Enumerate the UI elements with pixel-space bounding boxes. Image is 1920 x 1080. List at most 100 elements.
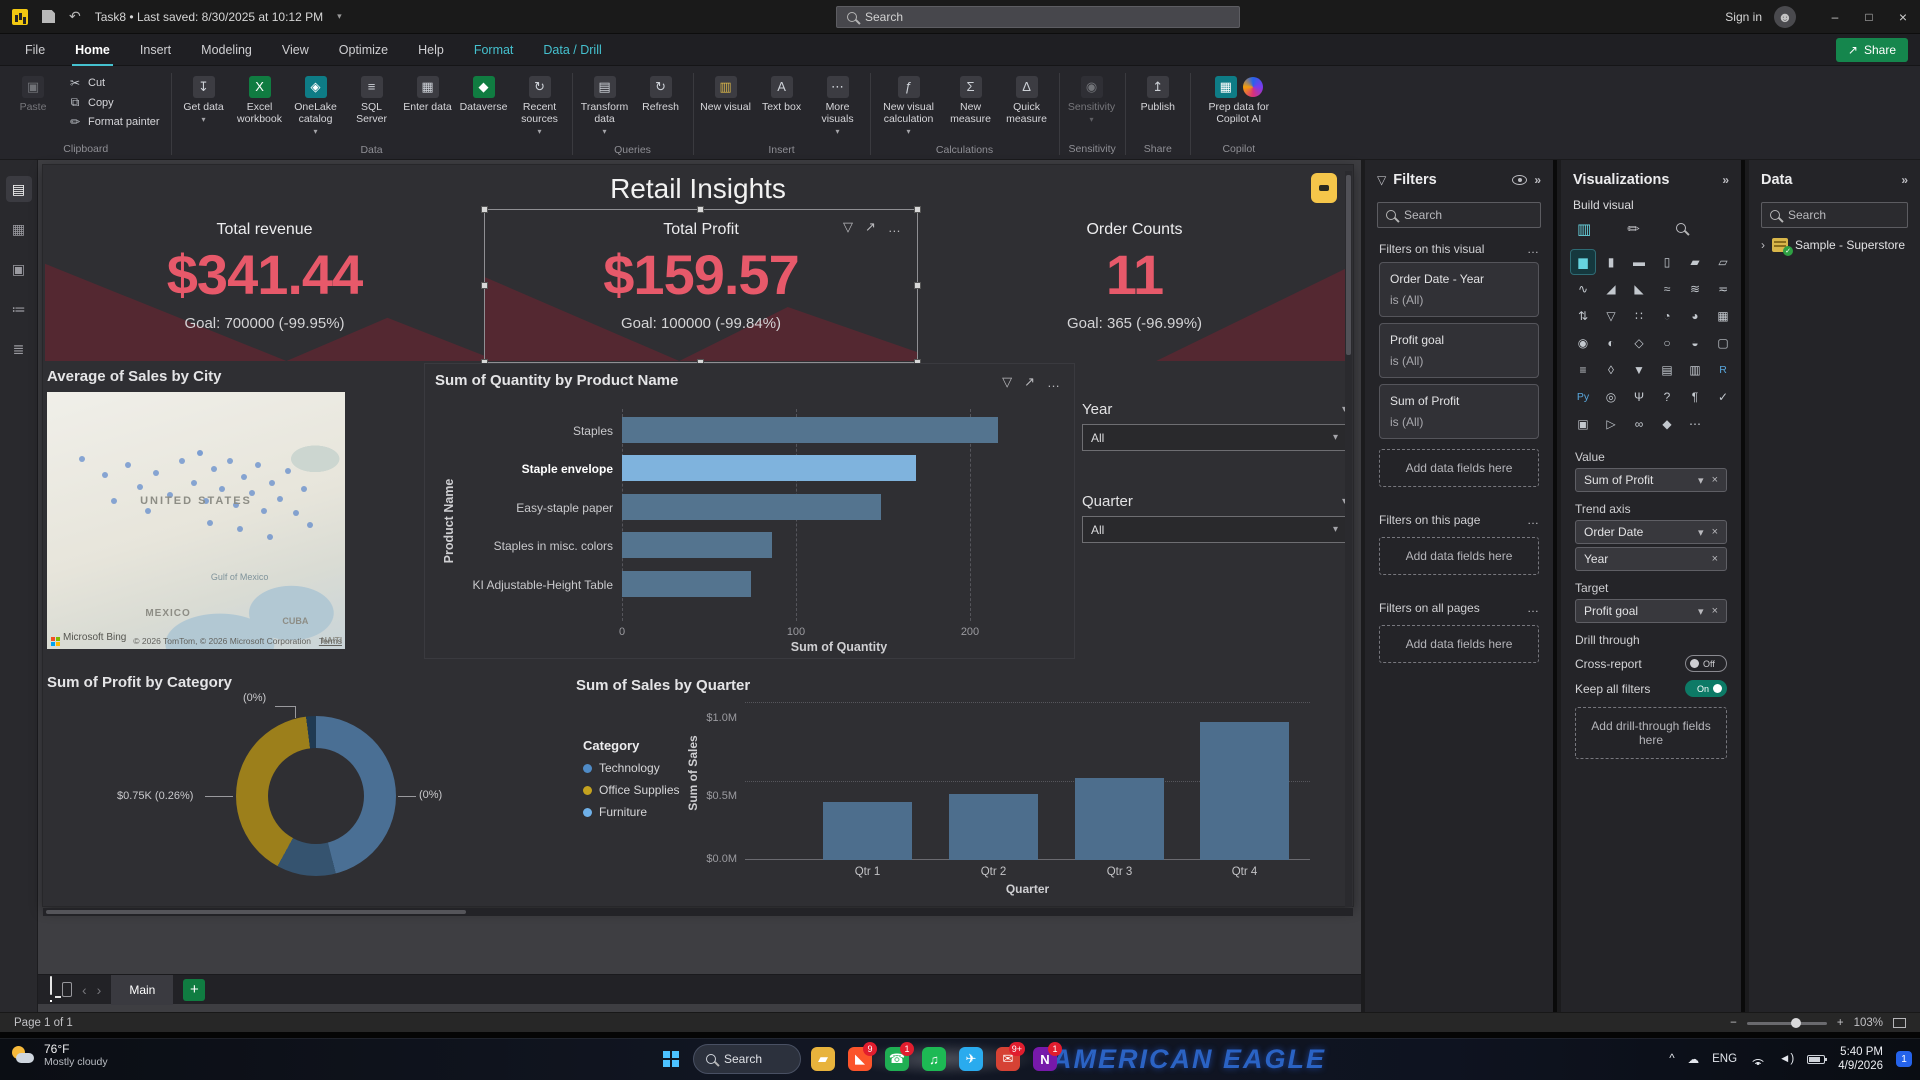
onelake-catalog-button[interactable]: ◈OneLake catalog▾ <box>289 71 343 141</box>
clock[interactable]: 5:40 PM4/9/2026 <box>1838 1045 1883 1074</box>
filled-map-icon[interactable]: ◐ <box>1599 331 1623 355</box>
desktop-layout-icon[interactable] <box>50 977 52 1002</box>
chevron-down-icon[interactable]: ▾ <box>1698 605 1704 618</box>
kpi-total-revenue[interactable]: Total revenue $341.44 Goal: 700000 (-99.… <box>45 211 484 361</box>
tab-data-drill[interactable]: Data / Drill <box>528 34 616 66</box>
stacked-bar-chart-icon[interactable]: ▆ <box>1571 250 1595 274</box>
zoom-level[interactable]: 103% <box>1854 1017 1883 1029</box>
narrative-icon[interactable]: ¶ <box>1683 385 1707 409</box>
language-indicator[interactable]: ENG <box>1712 1053 1737 1065</box>
build-visual-icon[interactable]: ▥ <box>1577 220 1591 238</box>
undo-icon[interactable]: ↶ <box>69 8 81 25</box>
format-visual-icon[interactable]: ✏ <box>1627 220 1640 238</box>
map-terms-link[interactable]: Terms <box>319 636 342 646</box>
quarter-slicer-dropdown[interactable]: All▾ <box>1082 516 1347 543</box>
filter-icon[interactable]: ▽ <box>1002 374 1012 390</box>
line-and-clustered-column-chart-icon[interactable]: ≋ <box>1683 277 1707 301</box>
target-field-pill[interactable]: Profit goal▾× <box>1575 599 1727 623</box>
get-data-button[interactable]: ↧Get data▾ <box>177 71 231 129</box>
decomposition-tree-icon[interactable]: Ψ <box>1627 385 1651 409</box>
power-automate-icon[interactable]: ∞ <box>1627 412 1651 436</box>
tab-modeling[interactable]: Modeling <box>186 34 267 66</box>
line-chart-icon[interactable]: ∿ <box>1571 277 1595 301</box>
quantity-bar-chart-visual[interactable]: Sum of Quantity by Product Name ▽ ↗ … Pr… <box>425 364 1074 658</box>
add-data-fields-dropzone[interactable]: Add data fields here <box>1379 537 1539 575</box>
more-visuals-icon[interactable]: ⋯ <box>1683 412 1707 436</box>
recent-sources-button[interactable]: ↻Recent sources▾ <box>513 71 567 141</box>
shape-map-icon[interactable]: ◇ <box>1627 331 1651 355</box>
weather-widget[interactable]: 76°FMostly cloudy <box>10 1042 108 1068</box>
funnel-chart-icon[interactable]: ▽ <box>1599 304 1623 328</box>
table-icon[interactable]: ▤ <box>1655 358 1679 382</box>
text-box-button[interactable]: AText box <box>755 71 809 118</box>
quick-measure-button[interactable]: ΔQuick measure <box>1000 71 1054 130</box>
enter-data-button[interactable]: ▦Enter data <box>401 71 455 118</box>
share-button[interactable]: ↗Share <box>1836 38 1908 62</box>
gauge-icon[interactable]: ◒ <box>1683 331 1707 355</box>
ribbon-chart-icon[interactable]: ≂ <box>1711 277 1735 301</box>
page-tab-main[interactable]: Main <box>111 975 173 1005</box>
donut-chart-icon[interactable]: ◕ <box>1683 304 1707 328</box>
add-data-fields-dropzone[interactable]: Add data fields here <box>1379 449 1539 487</box>
area-chart-icon[interactable]: ◢ <box>1599 277 1623 301</box>
model-view-icon[interactable]: ▣ <box>6 256 32 282</box>
kpi-icon[interactable]: ◊ <box>1599 358 1623 382</box>
filter-card-profit-goal[interactable]: Profit goal is (All) <box>1379 323 1539 378</box>
sql-server-button[interactable]: ≡SQL Server <box>345 71 399 130</box>
filters-search-input[interactable]: Search <box>1377 202 1541 228</box>
more-visuals-button[interactable]: ⋯More visuals▾ <box>811 71 865 141</box>
more-options-icon[interactable]: … <box>888 220 901 235</box>
more-options-icon[interactable]: … <box>1527 513 1539 527</box>
chevron-right-icon[interactable]: › <box>1761 238 1765 252</box>
azure-map-icon[interactable]: ○ <box>1655 331 1679 355</box>
format-painter-button[interactable]: ✏Format painter <box>64 114 164 130</box>
tab-file[interactable]: File <box>10 34 60 66</box>
spotify-icon[interactable]: ♫ <box>919 1044 949 1074</box>
mail-icon[interactable]: ✉9+ <box>993 1044 1023 1074</box>
stacked-column-chart-icon[interactable]: ▮ <box>1599 250 1623 274</box>
card-icon[interactable]: ▢ <box>1711 331 1735 355</box>
waterfall-chart-icon[interactable]: ⇅ <box>1571 304 1595 328</box>
fit-to-page-icon[interactable] <box>1893 1018 1906 1028</box>
bar-staples-misc-colors[interactable] <box>622 532 772 558</box>
tab-help[interactable]: Help <box>403 34 459 66</box>
donut-ring[interactable] <box>236 716 396 876</box>
metrics-icon[interactable]: ✓ <box>1711 385 1735 409</box>
multi-row-card-icon[interactable]: ≡ <box>1571 358 1595 382</box>
file-explorer-icon[interactable]: ▰ <box>808 1044 838 1074</box>
clustered-column-chart-icon[interactable]: ▯ <box>1655 250 1679 274</box>
chevron-down-icon[interactable]: ▾ <box>337 11 342 22</box>
previous-page-icon[interactable]: ‹ <box>82 982 87 998</box>
bing-map[interactable]: UNITED STATES MEXICO Gulf of Mexico CUBA… <box>47 392 345 649</box>
key-influencers-icon[interactable]: ◎ <box>1599 385 1623 409</box>
paste-button[interactable]: ▣ Paste <box>6 71 60 118</box>
remove-field-icon[interactable]: × <box>1712 474 1718 486</box>
more-options-icon[interactable]: … <box>1047 375 1060 390</box>
value-field-pill[interactable]: Sum of Profit▾× <box>1575 468 1727 492</box>
notification-badge[interactable]: 1 <box>1896 1051 1912 1067</box>
power-apps-icon[interactable]: ▷ <box>1599 412 1623 436</box>
table-view-icon[interactable]: ▦ <box>6 216 32 242</box>
sign-in-button[interactable]: Sign in <box>1725 10 1762 24</box>
battery-icon[interactable] <box>1807 1055 1825 1064</box>
maximize-button[interactable]: □ <box>1852 0 1886 34</box>
cross-report-toggle[interactable]: Off <box>1685 655 1727 672</box>
clustered-bar-chart-icon[interactable]: ▬ <box>1627 250 1651 274</box>
tab-optimize[interactable]: Optimize <box>324 34 403 66</box>
focus-mode-icon[interactable]: ↗ <box>1024 374 1035 390</box>
qa-visual-icon[interactable]: ? <box>1655 385 1679 409</box>
whatsapp-icon[interactable]: ☎1 <box>882 1044 912 1074</box>
new-visual-calculation-button[interactable]: ƒNew visual calculation▾ <box>876 71 942 141</box>
eye-icon[interactable] <box>1512 175 1527 185</box>
r-script-visual-icon[interactable]: R <box>1711 358 1735 382</box>
analytics-icon[interactable] <box>1676 220 1686 238</box>
volume-icon[interactable]: ◄) <box>1779 1053 1794 1065</box>
filter-card-order-date-year[interactable]: Order Date - Year is (All) <box>1379 262 1539 317</box>
arcgis-map-icon[interactable]: ◆ <box>1655 412 1679 436</box>
matrix-icon[interactable]: ▥ <box>1683 358 1707 382</box>
year-slicer[interactable]: Year▾ All▾ <box>1082 401 1347 451</box>
prep-data-for-copilot-button[interactable]: ▦ Prep data for Copilot AI <box>1196 71 1282 130</box>
close-button[interactable]: × <box>1886 0 1920 34</box>
wifi-icon[interactable] <box>1750 1054 1766 1065</box>
column-qtr4[interactable] <box>1200 722 1289 860</box>
